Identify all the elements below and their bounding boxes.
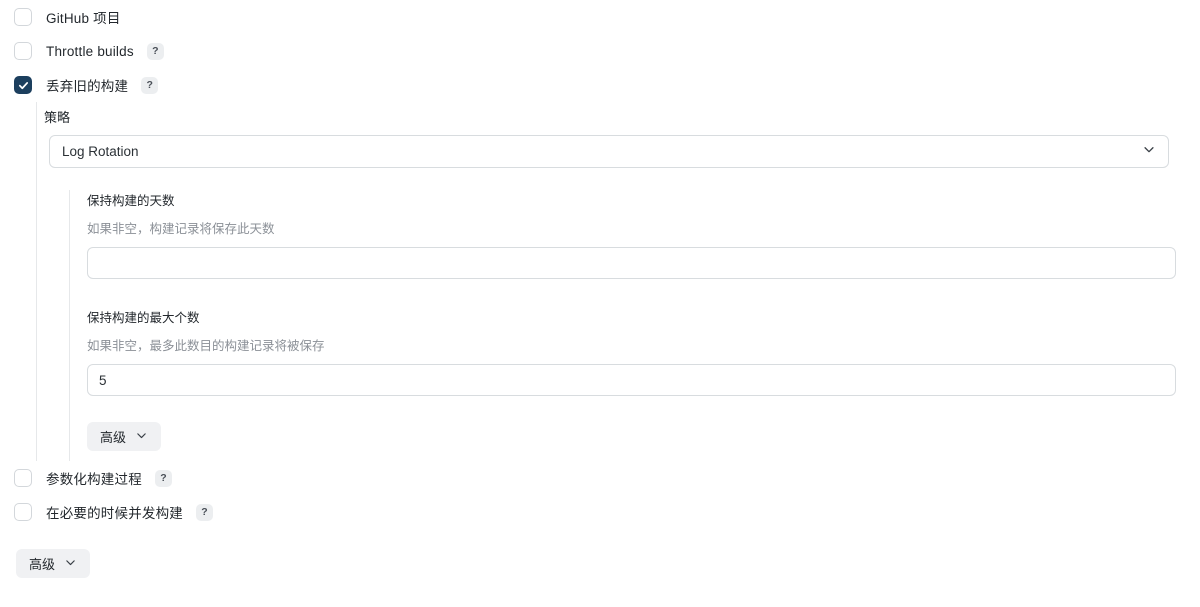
discard-old-builds-section: 策略 Log Rotation 保持构建的天数 如果非空，构建记录将保存此天数 … (36, 102, 1200, 461)
help-icon-discard-old-builds[interactable]: ? (141, 76, 159, 94)
job-config-form: GitHub 项目 Throttle builds ? 丢弃旧的构建 ? 策略 … (0, 0, 1200, 607)
inner-advanced-wrapper: 高级 (80, 422, 1200, 461)
checkbox-concurrent-builds[interactable] (14, 503, 32, 521)
field-spacer (80, 285, 1200, 307)
field-days-to-keep: 保持构建的天数 如果非空，构建记录将保存此天数 (80, 190, 1200, 279)
field-description-max-builds-to-keep: 如果非空，最多此数目的构建记录将被保存 (87, 339, 325, 353)
checkbox-github-project[interactable] (14, 8, 32, 26)
field-max-builds-to-keep: 保持构建的最大个数 如果非空，最多此数目的构建记录将被保存 (80, 307, 1200, 396)
field-description-days-to-keep: 如果非空，构建记录将保存此天数 (87, 222, 275, 236)
help-icon-parameterized-build[interactable]: ? (154, 469, 172, 487)
checkbox-throttle-builds[interactable] (14, 42, 32, 60)
bottom-advanced-wrapper: 高级 (0, 549, 1200, 578)
checkbox-label-parameterized-build: 参数化构建过程 (46, 472, 142, 487)
checkbox-row-discard-old-builds[interactable]: 丢弃旧的构建 ? (0, 68, 1200, 102)
field-title-days-to-keep: 保持构建的天数 (87, 194, 175, 208)
advanced-button-general[interactable]: 高级 (16, 549, 91, 578)
strategy-select-wrapper: Log Rotation (49, 135, 1169, 168)
check-icon (18, 81, 28, 89)
strategy-label: 策略 (44, 110, 71, 125)
checkbox-label-concurrent-builds: 在必要的时候并发构建 (46, 506, 183, 521)
checkbox-label-throttle-builds: Throttle builds (46, 43, 134, 59)
checkbox-row-concurrent-builds[interactable]: 在必要的时候并发构建 ? (0, 495, 1200, 529)
checkbox-row-parameterized-build[interactable]: 参数化构建过程 ? (0, 461, 1200, 495)
log-rotation-fields: 保持构建的天数 如果非空，构建记录将保存此天数 保持构建的最大个数 如果非空，最… (69, 190, 1200, 461)
checkbox-label-github-project: GitHub 项目 (46, 11, 121, 26)
advanced-button-label: 高级 (29, 557, 56, 572)
chevron-down-icon (64, 556, 77, 572)
advanced-button-log-rotation[interactable]: 高级 (87, 422, 162, 451)
help-icon-throttle-builds[interactable]: ? (146, 42, 164, 60)
max-builds-to-keep-input[interactable] (87, 364, 1176, 396)
days-to-keep-input[interactable] (87, 247, 1176, 279)
chevron-down-icon (135, 429, 148, 445)
advanced-button-label: 高级 (100, 430, 127, 445)
help-icon-concurrent-builds[interactable]: ? (196, 503, 213, 521)
checkbox-discard-old-builds[interactable] (14, 76, 32, 94)
strategy-select-value: Log Rotation (62, 144, 139, 159)
strategy-select[interactable]: Log Rotation (49, 135, 1169, 168)
checkbox-parameterized-build[interactable] (14, 469, 32, 487)
checkbox-row-throttle-builds[interactable]: Throttle builds ? (0, 34, 1200, 68)
checkbox-label-discard-old-builds: 丢弃旧的构建 (46, 79, 129, 94)
field-title-max-builds-to-keep: 保持构建的最大个数 (87, 311, 200, 325)
checkbox-row-github-project[interactable]: GitHub 项目 (0, 0, 1200, 34)
